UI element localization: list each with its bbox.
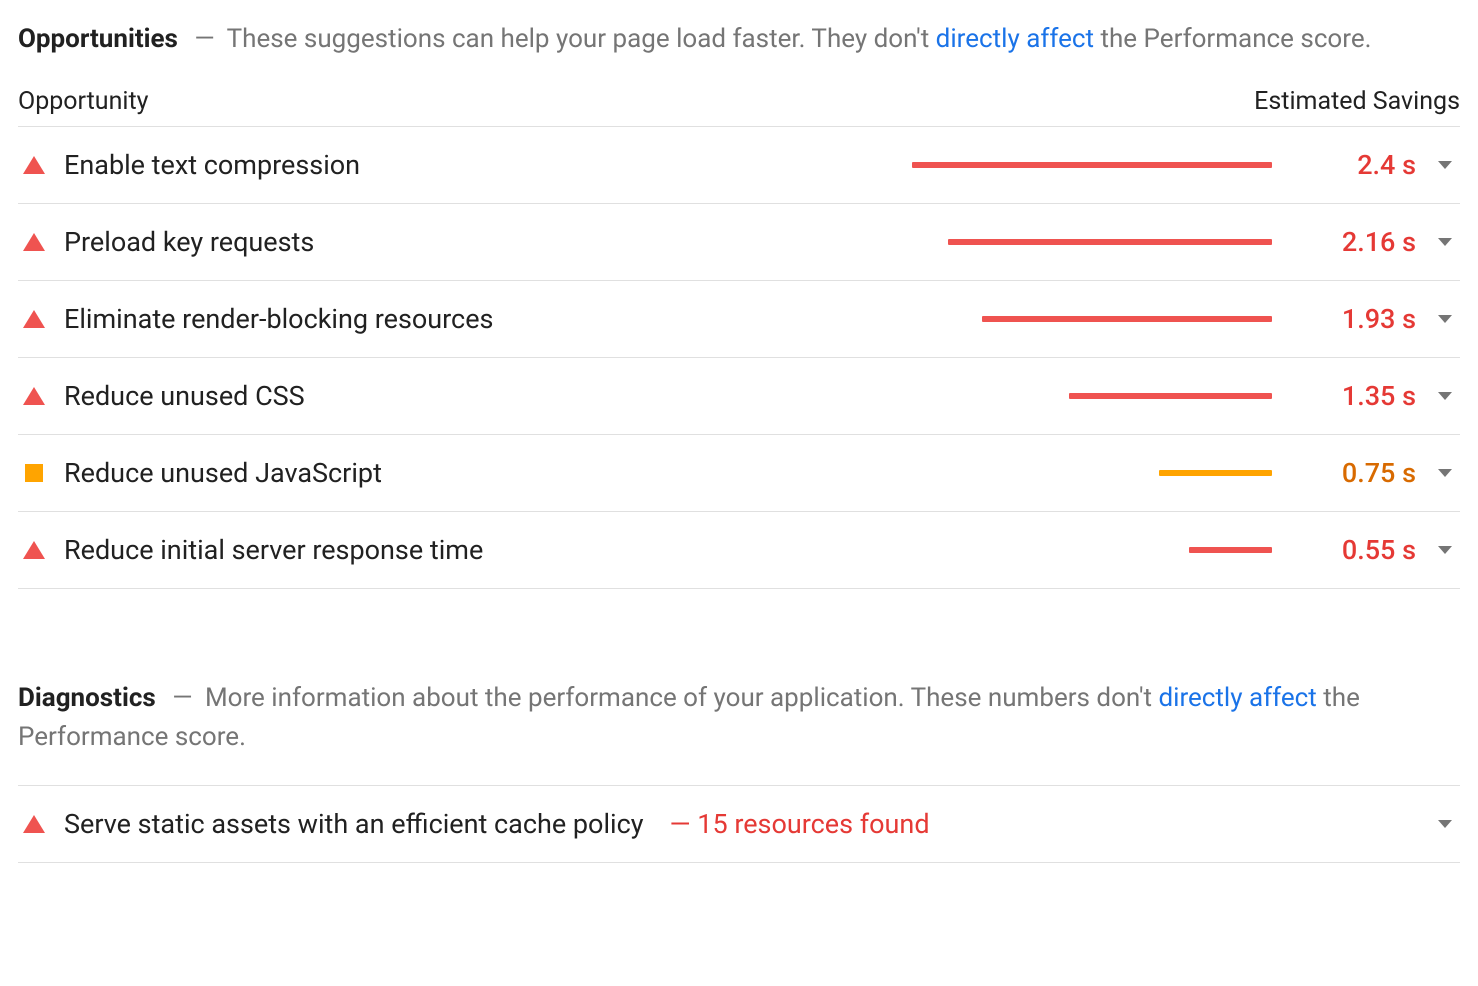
opportunity-row[interactable]: Reduce unused JavaScript 0.75 s xyxy=(18,435,1460,512)
diagnostics-desc-before: More information about the performance o… xyxy=(205,683,1159,713)
column-estimated-savings: Estimated Savings xyxy=(1254,87,1460,116)
directly-affect-link-2[interactable]: directly affect xyxy=(1158,683,1316,713)
opportunity-row[interactable]: Reduce unused CSS 1.35 s xyxy=(18,358,1460,435)
opportunity-row[interactable]: Eliminate render-blocking resources 1.93 … xyxy=(18,281,1460,358)
triangle-fail-icon xyxy=(23,310,45,328)
savings-bar-track xyxy=(912,547,1272,553)
chevron-down-icon xyxy=(1438,546,1452,554)
opportunity-row[interactable]: Reduce initial server response time 0.55 … xyxy=(18,512,1460,589)
dash: — xyxy=(194,24,214,54)
chevron-down-icon xyxy=(1438,315,1452,323)
diagnostic-label: Serve static assets with an efficient ca… xyxy=(64,808,644,840)
opportunity-label: Eliminate render-blocking resources xyxy=(64,303,898,335)
savings-value: 1.35 s xyxy=(1306,380,1416,412)
opportunities-list: Enable text compression 2.4 s Preload key … xyxy=(18,127,1460,589)
chevron-down-icon xyxy=(1438,820,1452,828)
opportunities-header: Opportunities — These suggestions can he… xyxy=(18,20,1460,59)
savings-value: 2.4 s xyxy=(1306,149,1416,181)
savings-bar xyxy=(1069,393,1272,399)
opportunities-title: Opportunities xyxy=(18,24,178,54)
opportunity-label: Reduce unused CSS xyxy=(64,380,898,412)
opportunity-row[interactable]: Preload key requests 2.16 s xyxy=(18,204,1460,281)
chevron-down-icon xyxy=(1438,238,1452,246)
savings-value: 0.55 s xyxy=(1306,534,1416,566)
triangle-fail-icon xyxy=(23,815,45,833)
column-opportunity: Opportunity xyxy=(18,87,148,116)
chevron-down-icon xyxy=(1438,161,1452,169)
savings-bar-track xyxy=(912,239,1272,245)
opportunity-row[interactable]: Enable text compression 2.4 s xyxy=(18,127,1460,204)
savings-value: 1.93 s xyxy=(1306,303,1416,335)
savings-bar xyxy=(1189,547,1272,553)
directly-affect-link[interactable]: directly affect xyxy=(936,24,1094,54)
diagnostic-row[interactable]: Serve static assets with an efficient ca… xyxy=(18,785,1460,863)
savings-bar-track xyxy=(912,162,1272,168)
triangle-fail-icon xyxy=(23,541,45,559)
opportunity-label: Reduce unused JavaScript xyxy=(64,457,898,489)
dash: — xyxy=(172,683,192,713)
diagnostics-list: Serve static assets with an efficient ca… xyxy=(18,785,1460,863)
savings-bar-track xyxy=(912,470,1272,476)
opportunity-label: Preload key requests xyxy=(64,226,898,258)
savings-bar xyxy=(912,162,1272,168)
triangle-fail-icon xyxy=(23,233,45,251)
chevron-down-icon xyxy=(1438,469,1452,477)
opportunities-desc-before: These suggestions can help your page loa… xyxy=(227,24,936,54)
chevron-down-icon xyxy=(1438,392,1452,400)
opportunity-label: Enable text compression xyxy=(64,149,898,181)
savings-bar xyxy=(1159,470,1272,476)
diagnostic-detail: — 15 resources found xyxy=(670,808,930,840)
opportunities-table-header: Opportunity Estimated Savings xyxy=(18,87,1460,127)
savings-bar xyxy=(948,239,1272,245)
square-warn-icon xyxy=(25,464,43,482)
opportunities-desc-after: the Performance score. xyxy=(1094,24,1371,54)
triangle-fail-icon xyxy=(23,387,45,405)
savings-bar-track xyxy=(912,393,1272,399)
diagnostics-title: Diagnostics xyxy=(18,683,156,713)
savings-value: 2.16 s xyxy=(1306,226,1416,258)
savings-bar-track xyxy=(912,316,1272,322)
triangle-fail-icon xyxy=(23,156,45,174)
savings-value: 0.75 s xyxy=(1306,457,1416,489)
savings-bar xyxy=(982,316,1272,322)
diagnostics-header: Diagnostics — More information about the… xyxy=(18,679,1460,757)
opportunity-label: Reduce initial server response time xyxy=(64,534,898,566)
